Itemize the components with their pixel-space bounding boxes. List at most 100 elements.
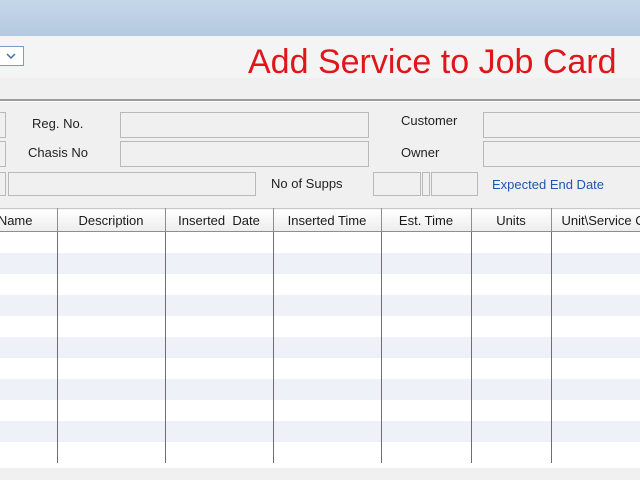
table-cell[interactable] bbox=[165, 358, 274, 379]
table-cell[interactable] bbox=[381, 231, 472, 253]
table-cell[interactable] bbox=[165, 231, 274, 253]
table-cell[interactable] bbox=[0, 274, 58, 295]
table-cell[interactable] bbox=[273, 358, 382, 379]
table-cell[interactable] bbox=[381, 316, 472, 337]
table-cell[interactable] bbox=[0, 316, 58, 337]
table-cell[interactable] bbox=[551, 316, 640, 337]
no-of-supps-field[interactable] bbox=[373, 172, 421, 196]
table-cell[interactable] bbox=[165, 337, 274, 358]
table-cell[interactable] bbox=[273, 442, 382, 463]
table-cell[interactable] bbox=[551, 253, 640, 274]
column-header-units[interactable]: Units bbox=[471, 208, 552, 232]
table-cell[interactable] bbox=[0, 421, 58, 442]
table-cell[interactable] bbox=[57, 358, 166, 379]
table-cell[interactable] bbox=[551, 358, 640, 379]
expected-end-date-label[interactable]: Expected End Date bbox=[492, 177, 604, 193]
table-cell[interactable] bbox=[471, 379, 552, 400]
column-header-description[interactable]: Description bbox=[57, 208, 166, 232]
table-cell[interactable] bbox=[0, 379, 58, 400]
table-cell[interactable] bbox=[381, 400, 472, 421]
table-cell[interactable] bbox=[273, 421, 382, 442]
table-cell[interactable] bbox=[551, 337, 640, 358]
table-cell[interactable] bbox=[381, 379, 472, 400]
table-cell[interactable] bbox=[0, 442, 58, 463]
table-cell[interactable] bbox=[57, 253, 166, 274]
table-cell[interactable] bbox=[273, 316, 382, 337]
table-cell[interactable] bbox=[471, 274, 552, 295]
no-of-supps-field-3[interactable] bbox=[431, 172, 478, 196]
table-cell[interactable] bbox=[165, 316, 274, 337]
table-cell[interactable] bbox=[551, 274, 640, 295]
table-cell[interactable] bbox=[57, 400, 166, 421]
table-row[interactable] bbox=[0, 274, 640, 295]
column-header-name[interactable]: Name bbox=[0, 208, 58, 232]
column-header-est-time[interactable]: Est. Time bbox=[381, 208, 472, 232]
table-cell[interactable] bbox=[471, 400, 552, 421]
column-header-unit-service-cost[interactable]: Unit\Service C bbox=[551, 208, 640, 232]
table-cell[interactable] bbox=[57, 231, 166, 253]
column-header-inserted-time[interactable]: Inserted Time bbox=[273, 208, 382, 232]
table-row[interactable] bbox=[0, 337, 640, 358]
table-cell[interactable] bbox=[551, 400, 640, 421]
table-cell[interactable] bbox=[551, 442, 640, 463]
table-row[interactable] bbox=[0, 231, 640, 253]
column-header-inserted-date[interactable]: Inserted Date bbox=[165, 208, 274, 232]
table-cell[interactable] bbox=[165, 421, 274, 442]
left-field-3[interactable] bbox=[0, 172, 6, 196]
table-cell[interactable] bbox=[471, 253, 552, 274]
table-cell[interactable] bbox=[471, 442, 552, 463]
table-cell[interactable] bbox=[471, 337, 552, 358]
table-cell[interactable] bbox=[0, 253, 58, 274]
table-cell[interactable] bbox=[471, 316, 552, 337]
table-cell[interactable] bbox=[273, 295, 382, 316]
info-field-wide[interactable] bbox=[8, 172, 256, 196]
table-row[interactable] bbox=[0, 442, 640, 463]
table-row[interactable] bbox=[0, 253, 640, 274]
table-cell[interactable] bbox=[0, 358, 58, 379]
table-cell[interactable] bbox=[381, 337, 472, 358]
table-cell[interactable] bbox=[165, 400, 274, 421]
table-cell[interactable] bbox=[551, 295, 640, 316]
table-cell[interactable] bbox=[381, 295, 472, 316]
table-cell[interactable] bbox=[471, 295, 552, 316]
table-row[interactable] bbox=[0, 295, 640, 316]
table-cell[interactable] bbox=[381, 421, 472, 442]
table-cell[interactable] bbox=[165, 253, 274, 274]
table-cell[interactable] bbox=[381, 442, 472, 463]
table-cell[interactable] bbox=[165, 379, 274, 400]
selector-dropdown[interactable] bbox=[0, 46, 24, 66]
table-row[interactable] bbox=[0, 400, 640, 421]
table-cell[interactable] bbox=[273, 231, 382, 253]
table-cell[interactable] bbox=[57, 295, 166, 316]
table-row[interactable] bbox=[0, 379, 640, 400]
table-cell[interactable] bbox=[165, 442, 274, 463]
table-cell[interactable] bbox=[551, 421, 640, 442]
table-cell[interactable] bbox=[273, 379, 382, 400]
table-cell[interactable] bbox=[381, 253, 472, 274]
table-row[interactable] bbox=[0, 316, 640, 337]
table-cell[interactable] bbox=[273, 337, 382, 358]
services-grid[interactable]: Name Description Inserted Date Inserted … bbox=[0, 208, 640, 480]
table-cell[interactable] bbox=[0, 295, 58, 316]
table-row[interactable] bbox=[0, 421, 640, 442]
table-cell[interactable] bbox=[57, 379, 166, 400]
table-cell[interactable] bbox=[471, 358, 552, 379]
table-cell[interactable] bbox=[57, 274, 166, 295]
table-cell[interactable] bbox=[165, 295, 274, 316]
table-cell[interactable] bbox=[57, 337, 166, 358]
table-cell[interactable] bbox=[273, 274, 382, 295]
table-cell[interactable] bbox=[57, 421, 166, 442]
owner-field[interactable] bbox=[483, 141, 640, 167]
table-cell[interactable] bbox=[273, 400, 382, 421]
table-cell[interactable] bbox=[273, 253, 382, 274]
reg-no-field[interactable] bbox=[120, 112, 369, 138]
table-cell[interactable] bbox=[551, 231, 640, 253]
table-cell[interactable] bbox=[551, 379, 640, 400]
table-cell[interactable] bbox=[57, 316, 166, 337]
table-cell[interactable] bbox=[381, 358, 472, 379]
table-cell[interactable] bbox=[471, 421, 552, 442]
table-cell[interactable] bbox=[471, 231, 552, 253]
table-row[interactable] bbox=[0, 358, 640, 379]
chasis-no-field[interactable] bbox=[120, 141, 369, 167]
customer-field[interactable] bbox=[483, 112, 640, 138]
